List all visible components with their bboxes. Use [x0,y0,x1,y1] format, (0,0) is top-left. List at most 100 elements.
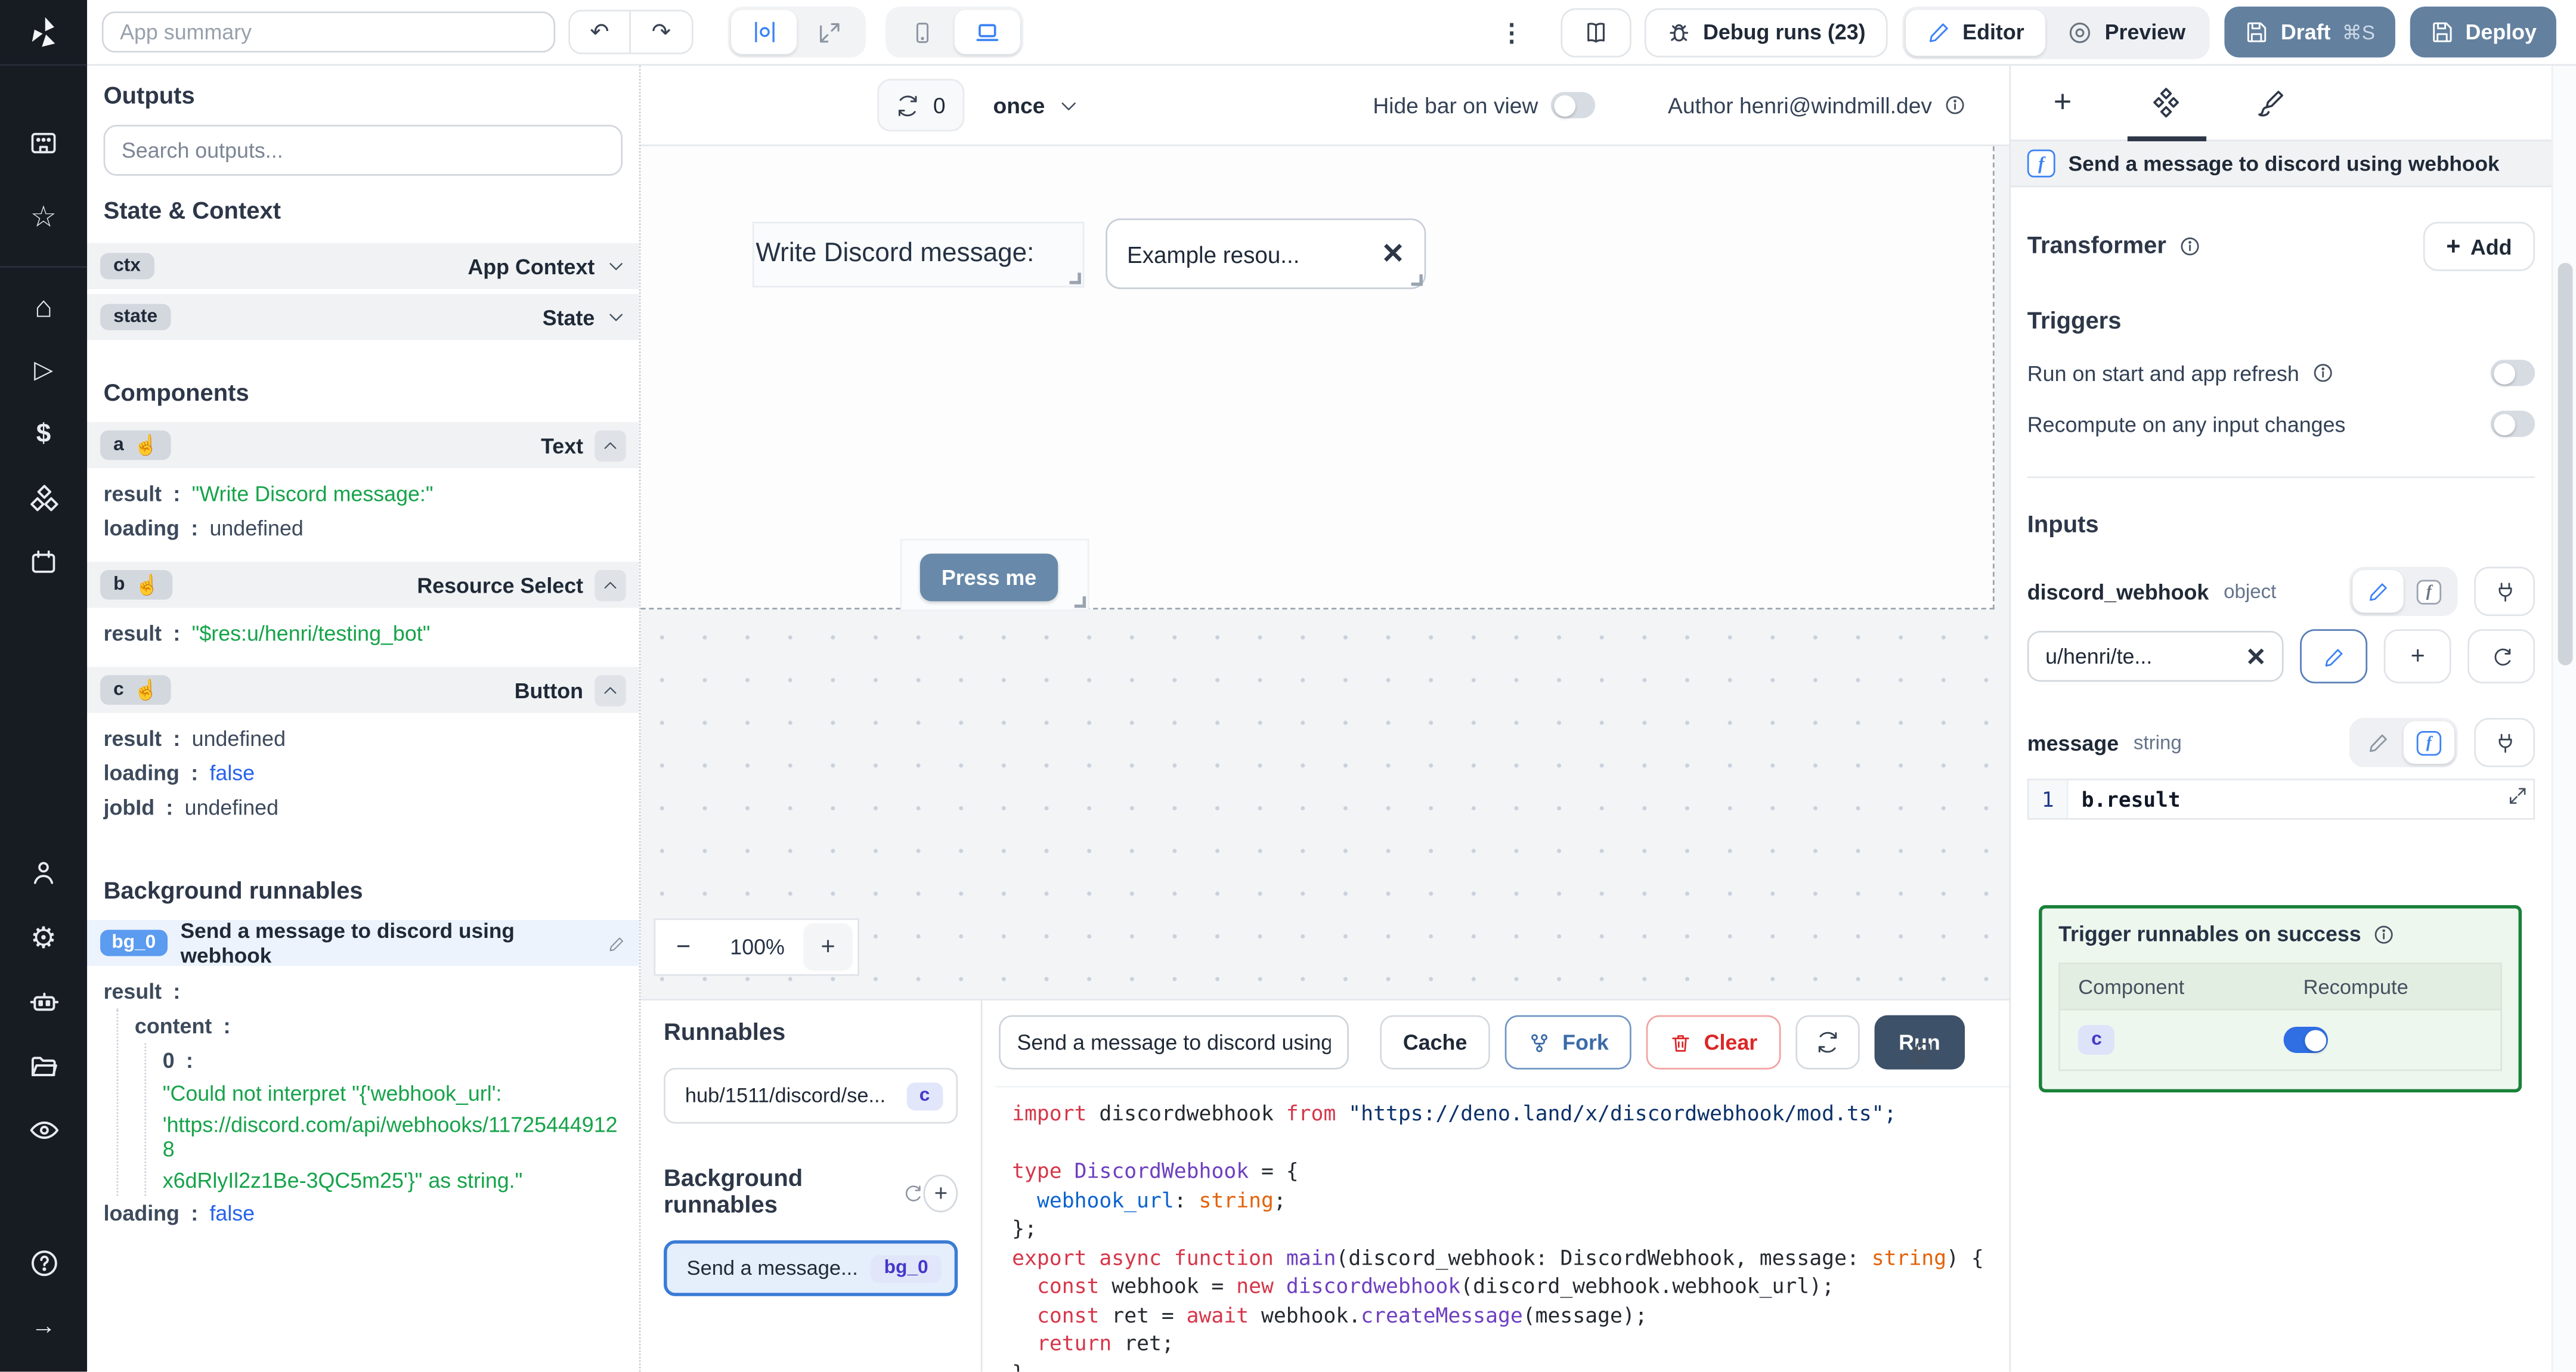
refresh-resource-button[interactable] [2467,629,2535,684]
edit-resource-button[interactable] [2301,629,2368,684]
workers-robot-icon[interactable] [0,970,87,1033]
scrollbar-thumb[interactable] [2557,262,2572,665]
tab-preview[interactable]: Preview [2045,9,2206,55]
desktop-view-button[interactable] [954,10,1020,54]
tab-component-settings[interactable] [2114,66,2218,140]
resource-picker-input[interactable]: u/henri/te... ✕ [2027,630,2284,682]
undo-button[interactable]: ↶ [570,11,631,53]
code-editor[interactable]: import discordwebhook from "https://deno… [995,1086,2010,1372]
debug-runs-button[interactable]: Debug runs (23) [1643,7,1887,57]
chevron-up-icon[interactable] [595,429,626,461]
fullscreen-button[interactable] [797,10,862,54]
deploy-button[interactable]: Deploy [2409,7,2556,58]
output-field: loading: false [103,760,255,785]
draft-button[interactable]: Draft ⌘S [2225,7,2395,58]
component-c-header[interactable]: c ☝ Button [87,667,639,713]
collapse-arrow-icon[interactable]: → [0,1294,87,1358]
clear-x-icon[interactable]: ✕ [2246,642,2267,671]
add-resource-button[interactable]: + [2384,629,2452,684]
help-icon[interactable] [0,1231,87,1294]
app-canvas[interactable]: Write Discord message: Example resou... … [640,146,2010,999]
runnable-name-input[interactable] [999,1015,1349,1070]
redo-button[interactable]: ↷ [630,11,692,53]
chevron-down-icon[interactable] [606,307,626,327]
component-a-outputs: result: "Write Discord message:" loading: u… [87,468,639,557]
runs-icon[interactable]: ▷ [0,339,87,402]
tab-editor[interactable]: Editor [1905,9,2046,55]
state-context-title: State & Context [103,199,281,225]
connect-plug-button[interactable] [2474,566,2535,617]
bg-runnable-outputs: result: content: 0: "Could not interpret… [87,966,639,1242]
add-transformer-button[interactable]: + Add [2423,221,2535,271]
chevron-up-icon[interactable] [595,674,626,706]
eval-tab[interactable]: f [2404,570,2454,613]
refresh-counter[interactable]: 0 [877,79,964,132]
edit-pencil-icon[interactable] [608,934,626,952]
canvas-resource-select[interactable]: Example resou... ✕ [1106,218,1426,289]
variables-icon[interactable]: $ [0,402,87,466]
component-b-outputs: result: "$res:u/henri/testing_bot" [87,608,639,662]
clear-button[interactable]: Clear [1646,1015,1781,1070]
static-edit-tab[interactable] [2352,721,2403,764]
home-icon[interactable]: ⌂ [0,274,87,338]
copy-code-icon[interactable] [1909,1040,1933,1066]
window-scrollbar[interactable] [2551,66,2576,1372]
favorites-star-icon[interactable]: ☆ [0,184,87,248]
component-b-header[interactable]: b ☝ Resource Select [87,562,639,608]
mobile-view-button[interactable] [889,10,955,54]
wand-icon[interactable] [903,1182,924,1203]
info-icon [2375,925,2394,943]
eval-tab[interactable]: f [2403,721,2455,764]
static-edit-tab[interactable] [2352,570,2404,613]
windmill-logo[interactable] [0,0,88,66]
resources-icon[interactable] [0,466,87,530]
recompute-c-toggle[interactable] [2284,1026,2329,1054]
reload-code-button[interactable] [1795,1015,1860,1070]
app-summary-input[interactable] [101,11,556,53]
canvas-button-container[interactable]: Press me [900,538,1089,611]
ctx-row[interactable]: ctx App Context [87,243,639,289]
run-on-start-toggle[interactable] [2490,360,2535,386]
docs-book-button[interactable] [1560,7,1631,57]
resize-handle[interactable] [1069,272,1081,284]
chevron-up-icon[interactable] [595,569,626,600]
app-grid-zone[interactable] [640,146,1995,610]
more-menu-icon[interactable]: ⋮ [1499,17,1524,47]
folders-icon[interactable] [0,1033,87,1097]
runnable-card[interactable]: hub/1511/discord/se... c [664,1067,958,1124]
zoom-in-button[interactable]: + [803,923,853,971]
selected-runnable-header[interactable]: f Send a message to discord using webhoo… [2011,141,2552,188]
press-me-button[interactable]: Press me [919,553,1058,602]
bg-runnable-header[interactable]: bg_0 Send a message to discord using web… [87,918,639,968]
message-expression-editor[interactable]: 1 b.result [2027,778,2535,820]
hand-pointer-icon: ☝ [134,433,159,457]
center-align-button[interactable] [731,10,797,54]
tab-add-component[interactable]: + [2011,66,2114,140]
tab-styling[interactable] [2218,66,2321,140]
cache-button[interactable]: Cache [1380,1015,1490,1070]
info-icon [2313,364,2332,382]
expand-icon[interactable] [2507,785,2528,807]
recompute-toggle[interactable] [2490,410,2535,437]
clear-x-icon[interactable]: ✕ [1381,237,1404,270]
audit-eye-icon[interactable] [0,1097,87,1161]
apps-icon[interactable] [0,112,87,175]
resize-handle[interactable] [1411,274,1423,286]
hide-bar-toggle[interactable] [1551,92,1596,119]
connect-plug-button[interactable] [2474,717,2535,767]
user-icon[interactable] [0,841,87,905]
settings-gear-icon[interactable]: ⚙ [0,905,87,969]
add-bg-runnable-button[interactable]: + [924,1173,958,1212]
zoom-out-button[interactable]: − [655,933,711,961]
schedules-icon[interactable] [0,531,87,594]
component-a-header[interactable]: a ☝ Text [87,422,639,469]
canvas-text-component[interactable]: Write Discord message: [752,221,1085,288]
state-row[interactable]: state State [87,294,639,340]
fork-button[interactable]: Fork [1504,1015,1632,1070]
resize-handle[interactable] [1074,596,1086,608]
search-outputs-input[interactable] [103,125,623,176]
bg-runnable-card-selected[interactable]: Send a message... bg_0 [664,1240,958,1296]
refresh-mode-select[interactable]: once [993,93,1080,117]
chevron-down-icon[interactable] [606,256,626,276]
component-c-outputs: result: undefined loading: false jobId: undef… [87,713,639,837]
